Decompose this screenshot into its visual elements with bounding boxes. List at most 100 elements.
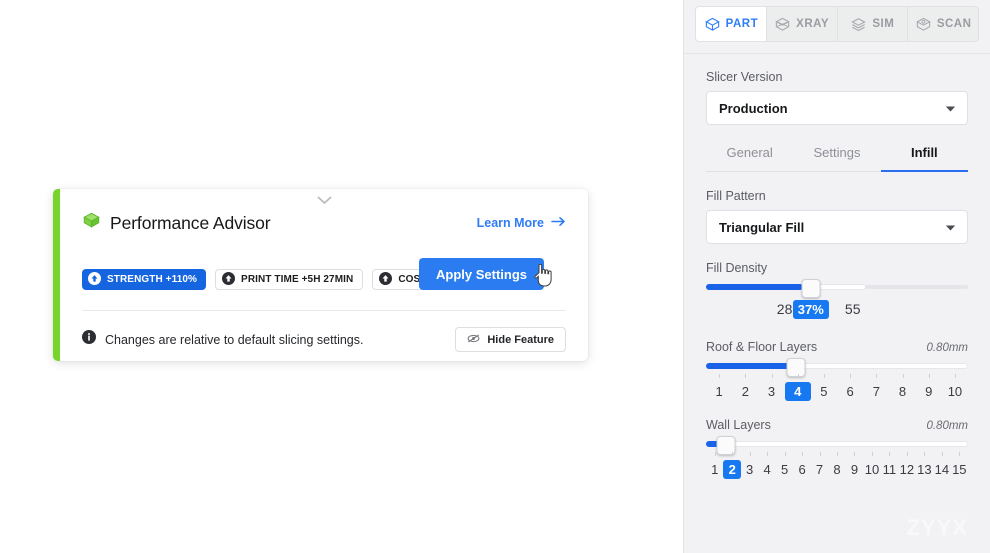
chevron-down-icon[interactable] (312, 192, 336, 208)
roof-floor-layers-step-7[interactable]: 7 (863, 382, 889, 401)
wall-layers-step-6[interactable]: 6 (793, 460, 810, 479)
wall-layers-tick (793, 452, 810, 458)
wall-layers-tick (811, 452, 828, 458)
arrow-up-circle-icon (379, 271, 393, 288)
roof-floor-layers-value: 0.80mm (926, 342, 968, 354)
wall-layers-tick (706, 452, 723, 458)
wall-layers-step-14[interactable]: 14 (933, 460, 950, 479)
settings-panel: PART XRAY SIM SCAN Slicer Version Produc… (683, 0, 990, 553)
roof-floor-layers-fill (706, 363, 796, 369)
fill-pattern-label: Fill Pattern (706, 189, 766, 203)
wall-layers-step-1[interactable]: 1 (706, 460, 723, 479)
roof-floor-layers-step-8[interactable]: 8 (889, 382, 915, 401)
wall-layers-step-7[interactable]: 7 (811, 460, 828, 479)
roof-floor-layers-tick (837, 374, 863, 380)
apply-settings-button[interactable]: Apply Settings (418, 258, 544, 290)
wall-layers-tick (881, 452, 898, 458)
wall-layers-track (706, 441, 968, 447)
wall-layers-step-10[interactable]: 10 (863, 460, 880, 479)
wall-layers-label: Wall Layers (706, 418, 771, 432)
wall-layers-step-11[interactable]: 11 (881, 460, 898, 479)
cube-outline-icon (704, 16, 721, 33)
advisor-metrics: STRENGTH +110% PRINT TIME +5H 27MIN COST (82, 269, 476, 290)
roof-floor-layers-tick (916, 374, 942, 380)
tab-sim[interactable]: SIM (837, 6, 909, 42)
wall-layers-tick (933, 452, 950, 458)
roof-floor-layers-slider[interactable] (706, 358, 968, 377)
caret-down-icon (945, 101, 956, 116)
tab-xray-label: XRAY (796, 18, 830, 30)
hide-feature-label: Hide Feature (487, 333, 554, 346)
wall-layers-scale: 1 2 3 4 5 6 7 8 9 10 11 12 13 14 15 (706, 460, 968, 479)
wall-layers-step-4[interactable]: 4 (758, 460, 775, 479)
cube-layers-icon (850, 16, 867, 33)
wall-layers-section: Wall Layers 0.80mm 1 2 3 4 5 6 7 8 9 10 11 12 13 14 15 (706, 418, 968, 479)
roof-floor-layers-step-4[interactable]: 4 (784, 382, 811, 401)
wall-layers-step-12[interactable]: 12 (898, 460, 915, 479)
fill-density-label: Fill Density (706, 261, 768, 275)
wall-layers-step-13[interactable]: 13 (916, 460, 933, 479)
roof-floor-layers-tick (732, 374, 758, 380)
roof-floor-layers-step-6[interactable]: 6 (837, 382, 863, 401)
wall-layers-tick (846, 452, 863, 458)
tab-xray[interactable]: XRAY (766, 6, 838, 42)
roof-floor-layers-step-1[interactable]: 1 (706, 382, 732, 401)
fill-density-tick-low: 28 (776, 301, 793, 317)
tab-scan-label: SCAN (936, 18, 972, 30)
roof-floor-layers-step-2[interactable]: 2 (732, 382, 758, 401)
advisor-accent-bar (53, 189, 60, 361)
cube-scan-icon (915, 16, 932, 33)
tab-scan[interactable]: SCAN (908, 6, 979, 42)
metric-strength: STRENGTH +110% (82, 269, 207, 290)
tab-sim-label: SIM (872, 18, 895, 30)
roof-floor-layers-step-10[interactable]: 10 (942, 382, 968, 401)
roof-floor-layers-tick (811, 374, 837, 380)
page-title: Performance Advisor (110, 212, 271, 233)
wall-layers-tick (863, 452, 880, 458)
slicer-version-value: Production (719, 100, 788, 116)
tab-settings[interactable]: Settings (793, 145, 880, 172)
roof-floor-layers-tick (942, 374, 968, 380)
wall-layers-step-9[interactable]: 9 (846, 460, 863, 479)
tab-general[interactable]: General (706, 145, 793, 172)
roof-floor-layers-tick (758, 374, 784, 380)
cube-xray-icon (774, 16, 791, 33)
wall-layers-value: 0.80mm (926, 420, 968, 432)
roof-floor-layers-tick (863, 374, 889, 380)
wall-layers-step-3[interactable]: 3 (741, 460, 758, 479)
hide-feature-button[interactable]: Hide Feature (455, 327, 566, 352)
fill-density-thumb[interactable] (801, 279, 821, 298)
roof-floor-layers-step-3[interactable]: 3 (758, 382, 784, 401)
slicer-version-label: Slicer Version (706, 70, 783, 84)
wall-layers-step-8[interactable]: 8 (828, 460, 845, 479)
wall-layers-step-2[interactable]: 2 (723, 460, 741, 479)
roof-floor-layers-step-5[interactable]: 5 (811, 382, 837, 401)
learn-more-link[interactable]: Learn More (477, 216, 566, 230)
fill-density-slider[interactable] (706, 279, 968, 298)
wall-layers-header: Wall Layers 0.80mm (706, 418, 968, 432)
advisor-note: Changes are relative to default slicing … (82, 330, 363, 349)
wall-layers-tick (951, 452, 968, 458)
fill-density-value-badge: 37% (792, 300, 829, 319)
settings-sub-tabs: General Settings Infill (706, 145, 968, 172)
roof-floor-layers-step-9[interactable]: 9 (916, 382, 942, 401)
wall-layers-step-5[interactable]: 5 (776, 460, 793, 479)
wall-layers-slider[interactable] (706, 436, 968, 455)
wall-layers-tick (916, 452, 933, 458)
metric-print-time: PRINT TIME +5H 27MIN (215, 269, 364, 290)
arrow-up-circle-icon (222, 271, 236, 288)
roof-floor-layers-scale: 1 2 3 4 5 6 7 8 9 10 (706, 382, 968, 401)
info-icon (82, 330, 96, 349)
wall-layers-step-15[interactable]: 15 (951, 460, 968, 479)
panel-content: Slicer Version Production General Settin… (684, 54, 990, 479)
wall-layers-tick (828, 452, 845, 458)
advisor-title-group: Performance Advisor (82, 211, 271, 235)
fill-density-header: Fill Density (706, 261, 968, 275)
fill-pattern-select[interactable]: Triangular Fill (706, 210, 968, 244)
roof-floor-layers-label: Roof & Floor Layers (706, 340, 818, 354)
roof-floor-layers-tick (706, 374, 732, 380)
slicer-version-select[interactable]: Production (706, 91, 968, 125)
tab-infill[interactable]: Infill (880, 145, 968, 172)
watermark: ZYYX (906, 515, 968, 540)
tab-part[interactable]: PART (695, 6, 767, 42)
